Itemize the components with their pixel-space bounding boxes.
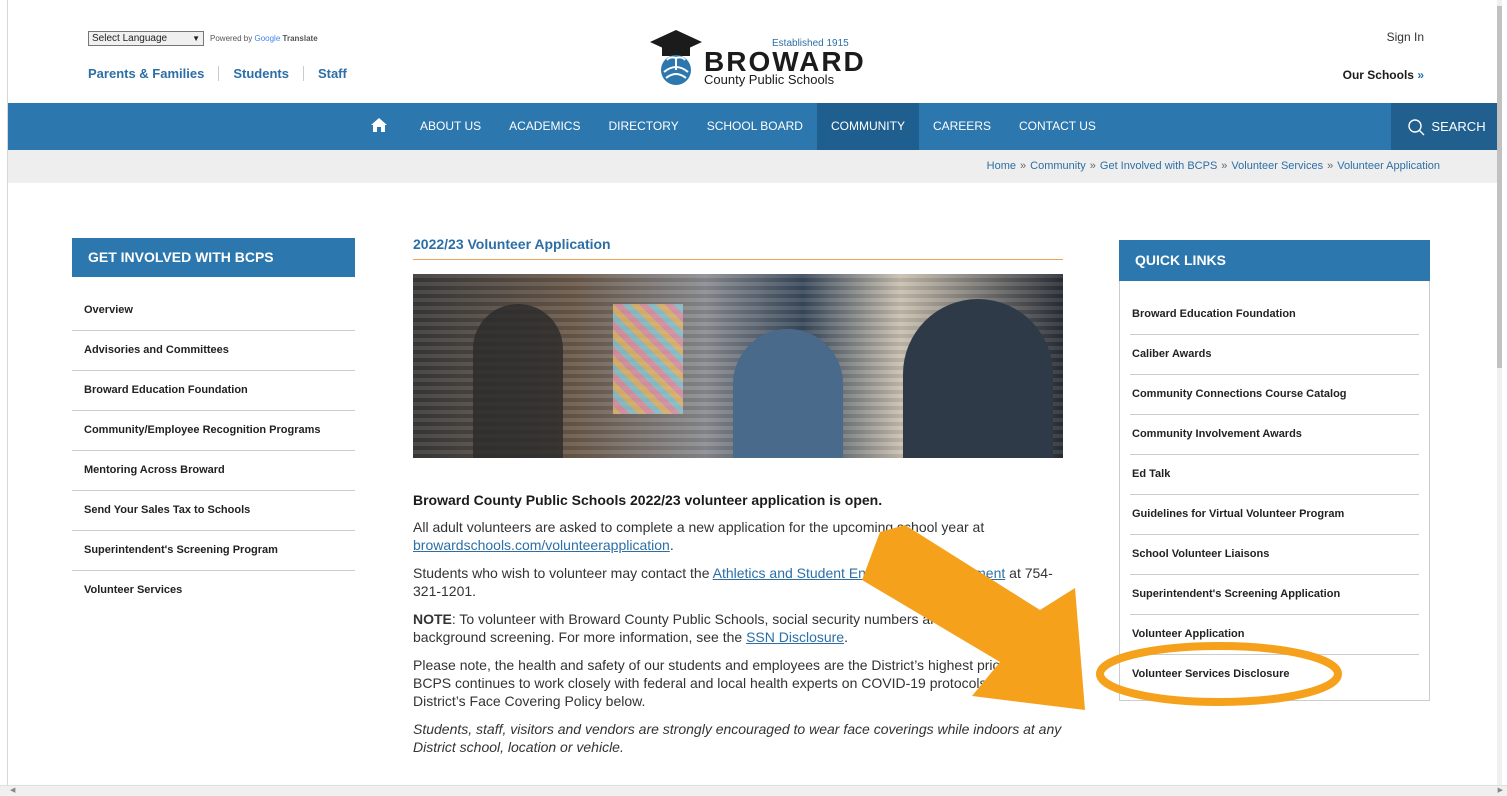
paragraph-text: All adult volunteers are asked to comple… bbox=[413, 519, 985, 535]
scroll-right-arrow-icon[interactable]: ▶ bbox=[1498, 786, 1503, 794]
paragraph-students: Students who wish to volunteer may conta… bbox=[413, 564, 1063, 600]
horizontal-scrollbar[interactable]: ◀ ▶ bbox=[0, 785, 1507, 796]
nav-links: ABOUT US ACADEMICS DIRECTORY SCHOOL BOAR… bbox=[406, 103, 1110, 150]
powered-by-text: Powered by bbox=[210, 34, 253, 43]
sidebar-item-overview[interactable]: Overview bbox=[72, 291, 355, 331]
search-button[interactable]: SEARCH bbox=[1391, 103, 1502, 150]
breadcrumb: Home» Community» Get Involved with BCPS» Vo… bbox=[987, 160, 1440, 172]
quick-links-list: Broward Education Foundation Caliber Awa… bbox=[1120, 295, 1429, 700]
paragraph-text: : To volunteer with Broward County Publi… bbox=[413, 611, 1019, 645]
breadcrumb-volunteer-services[interactable]: Volunteer Services bbox=[1231, 160, 1323, 172]
language-select-label: Select Language bbox=[92, 33, 168, 44]
paragraph-note: NOTE: To volunteer with Broward County P… bbox=[413, 610, 1063, 646]
page: Select Language ▼ Powered by Google Tran… bbox=[8, 0, 1502, 786]
sidebar-item-recognition[interactable]: Community/Employee Recognition Programs bbox=[72, 411, 355, 451]
hero-person bbox=[903, 299, 1053, 458]
sidebar-item-mentoring[interactable]: Mentoring Across Broward bbox=[72, 451, 355, 491]
scroll-left-arrow-icon[interactable]: ◀ bbox=[10, 786, 15, 794]
sticky-notes-wall bbox=[613, 304, 683, 414]
breadcrumb-bar: Home» Community» Get Involved with BCPS» Vo… bbox=[8, 150, 1502, 183]
paragraph-text: . bbox=[844, 629, 848, 645]
paragraph-text: Students who wish to volunteer may conta… bbox=[413, 565, 713, 581]
hero-person bbox=[473, 304, 563, 458]
broward-logo[interactable]: Established 1915 BROWARD County Public S… bbox=[648, 28, 864, 87]
powered-by-google-translate[interactable]: Powered by Google Translate bbox=[210, 34, 318, 43]
quick-links-panel: QUICK LINKS Broward Education Foundation… bbox=[1119, 240, 1430, 701]
nav-school-board[interactable]: SCHOOL BOARD bbox=[693, 103, 817, 150]
breadcrumb-separator: » bbox=[1221, 160, 1228, 172]
left-sidebar-list: Overview Advisories and Committees Browa… bbox=[72, 291, 355, 610]
sidebar-item-education-foundation[interactable]: Broward Education Foundation bbox=[72, 371, 355, 411]
quick-link-volunteer-application[interactable]: Volunteer Application bbox=[1130, 615, 1419, 655]
sidebar-item-volunteer-services[interactable]: Volunteer Services bbox=[72, 571, 355, 610]
quick-link-volunteer-services-disclosure[interactable]: Volunteer Services Disclosure bbox=[1130, 655, 1419, 700]
hero-person bbox=[733, 329, 843, 458]
search-label: SEARCH bbox=[1431, 119, 1486, 134]
home-icon[interactable] bbox=[370, 117, 388, 137]
quick-link-involvement-awards[interactable]: Community Involvement Awards bbox=[1130, 415, 1419, 455]
breadcrumb-separator: » bbox=[1020, 160, 1027, 172]
vertical-scrollbar-thumb[interactable] bbox=[1497, 6, 1502, 368]
quick-link-volunteer-liaisons[interactable]: School Volunteer Liaisons bbox=[1130, 535, 1419, 575]
window-left-edge bbox=[0, 0, 8, 796]
language-select[interactable]: Select Language ▼ bbox=[88, 31, 204, 46]
google-translate-widget: Select Language ▼ Powered by Google Tran… bbox=[88, 31, 318, 46]
double-chevron-right-icon: » bbox=[1417, 68, 1424, 82]
quick-link-course-catalog[interactable]: Community Connections Course Catalog bbox=[1130, 375, 1419, 415]
quick-link-screening-application[interactable]: Superintendent's Screening Application bbox=[1130, 575, 1419, 615]
breadcrumb-current[interactable]: Volunteer Application bbox=[1337, 160, 1440, 172]
chevron-down-icon: ▼ bbox=[192, 34, 200, 43]
paragraph-adult-volunteers: All adult volunteers are asked to comple… bbox=[413, 518, 1063, 554]
our-schools-link[interactable]: Our Schools » bbox=[1343, 68, 1424, 82]
google-brand: Google bbox=[254, 34, 281, 43]
quick-link-education-foundation[interactable]: Broward Education Foundation bbox=[1130, 295, 1419, 335]
vertical-scrollbar[interactable] bbox=[1497, 0, 1502, 786]
quick-links-title: QUICK LINKS bbox=[1119, 240, 1430, 281]
main-nav: ABOUT US ACADEMICS DIRECTORY SCHOOL BOAR… bbox=[8, 103, 1502, 150]
sidebar-item-sales-tax[interactable]: Send Your Sales Tax to Schools bbox=[72, 491, 355, 531]
athletics-engagement-link[interactable]: Athletics and Student Engagement Departm… bbox=[713, 565, 1006, 581]
breadcrumb-separator: » bbox=[1089, 160, 1096, 172]
nav-careers[interactable]: CAREERS bbox=[919, 103, 1005, 150]
quick-link-caliber-awards[interactable]: Caliber Awards bbox=[1130, 335, 1419, 375]
paragraph-health-safety: Please note, the health and safety of ou… bbox=[413, 657, 1043, 709]
breadcrumb-separator: » bbox=[1327, 160, 1334, 172]
nav-academics[interactable]: ACADEMICS bbox=[495, 103, 594, 150]
nav-directory[interactable]: DIRECTORY bbox=[594, 103, 692, 150]
note-label: NOTE bbox=[413, 611, 452, 627]
quick-link-ed-talk[interactable]: Ed Talk bbox=[1130, 455, 1419, 495]
volunteer-application-link[interactable]: browardschools.com/volunteerapplication bbox=[413, 537, 670, 553]
page-title: 2022/23 Volunteer Application bbox=[413, 236, 1063, 260]
breadcrumb-community[interactable]: Community bbox=[1030, 160, 1086, 172]
audience-link-parents[interactable]: Parents & Families bbox=[88, 66, 218, 81]
sidebar-item-advisories[interactable]: Advisories and Committees bbox=[72, 331, 355, 371]
audience-link-students[interactable]: Students bbox=[218, 66, 303, 81]
main-content: 2022/23 Volunteer Application Broward Co… bbox=[413, 236, 1063, 756]
breadcrumb-home[interactable]: Home bbox=[987, 160, 1016, 172]
sign-in-link[interactable]: Sign In bbox=[1387, 30, 1424, 44]
paragraph-text: . bbox=[669, 537, 674, 553]
translate-label: Translate bbox=[282, 34, 318, 43]
nav-community[interactable]: COMMUNITY bbox=[816, 103, 919, 150]
hero-photo bbox=[413, 274, 1063, 458]
quick-link-virtual-volunteer[interactable]: Guidelines for Virtual Volunteer Program bbox=[1130, 495, 1419, 535]
paragraph-face-coverings: Students, staff, visitors and vendors ar… bbox=[413, 721, 1062, 755]
audience-links: Parents & Families Students Staff bbox=[88, 66, 361, 81]
left-sidebar-title: GET INVOLVED WITH BCPS bbox=[72, 238, 355, 277]
search-icon bbox=[1408, 118, 1425, 135]
our-schools-label: Our Schools bbox=[1342, 68, 1414, 82]
logo-subtitle: County Public Schools bbox=[704, 72, 835, 87]
ssn-disclosure-link[interactable]: SSN Disclosure bbox=[746, 629, 844, 645]
left-sidebar: GET INVOLVED WITH BCPS Overview Advisori… bbox=[72, 238, 355, 610]
sidebar-item-screening-program[interactable]: Superintendent's Screening Program bbox=[72, 531, 355, 571]
audience-link-staff[interactable]: Staff bbox=[302, 66, 361, 81]
breadcrumb-get-involved[interactable]: Get Involved with BCPS bbox=[1100, 160, 1217, 172]
announcement-heading: Broward County Public Schools 2022/23 vo… bbox=[413, 492, 883, 508]
nav-contact-us[interactable]: CONTACT US bbox=[1005, 103, 1110, 150]
graduation-cap-logo-icon bbox=[650, 30, 702, 85]
nav-about-us[interactable]: ABOUT US bbox=[406, 103, 495, 150]
